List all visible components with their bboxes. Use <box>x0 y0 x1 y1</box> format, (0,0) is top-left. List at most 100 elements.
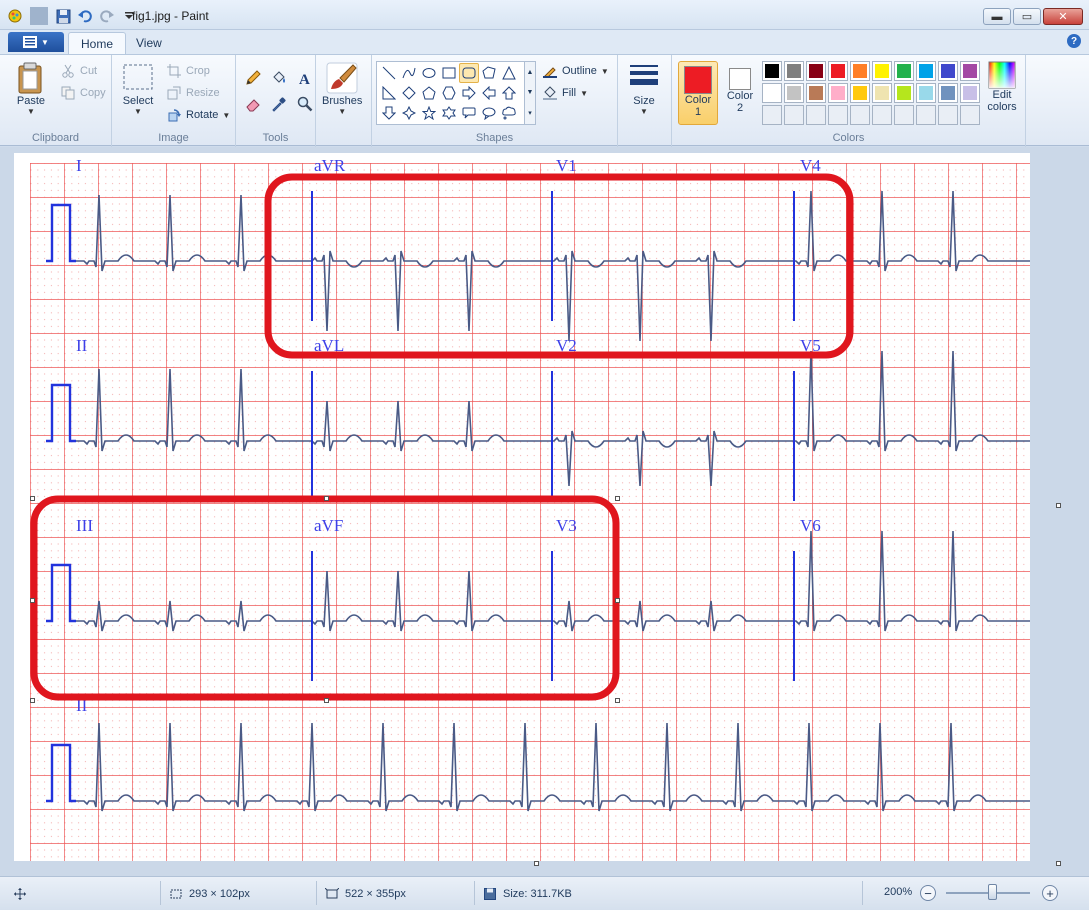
palette-color-swatch[interactable] <box>894 61 914 81</box>
edit-colors-button[interactable]: Edit colors <box>984 61 1020 113</box>
palette-color-swatch[interactable] <box>762 105 782 125</box>
canvas-resize-handle[interactable] <box>1056 503 1061 508</box>
shapes-scroll[interactable]: ▲ ▼ ▾ <box>524 61 536 125</box>
five-point-star-shape-icon[interactable] <box>419 103 439 123</box>
six-point-star-shape-icon[interactable] <box>439 103 459 123</box>
polygon-shape-icon[interactable] <box>479 63 499 83</box>
palette-color-swatch[interactable] <box>806 105 826 125</box>
palette-color-swatch[interactable] <box>894 105 914 125</box>
color2-button[interactable]: Color 2 <box>720 61 760 125</box>
palette-color-swatch[interactable] <box>806 61 826 81</box>
scroll-down-icon[interactable]: ▼ <box>527 89 534 96</box>
four-point-star-shape-icon[interactable] <box>399 103 419 123</box>
selection-handle[interactable] <box>30 598 35 603</box>
palette-color-swatch[interactable] <box>938 61 958 81</box>
palette-color-swatch[interactable] <box>916 83 936 103</box>
rounded-callout-shape-icon[interactable] <box>459 103 479 123</box>
cloud-callout-shape-icon[interactable] <box>499 103 519 123</box>
outline-button[interactable]: Outline ▼ <box>542 63 609 79</box>
zoom-out-button[interactable]: − <box>920 885 936 901</box>
palette-color-swatch[interactable] <box>872 83 892 103</box>
oval-callout-shape-icon[interactable] <box>479 103 499 123</box>
palette-color-swatch[interactable] <box>850 61 870 81</box>
magnifier-icon[interactable] <box>294 93 316 115</box>
curve-shape-icon[interactable] <box>399 63 419 83</box>
selection-handle[interactable] <box>615 496 620 501</box>
palette-color-swatch[interactable] <box>784 105 804 125</box>
selection-handle[interactable] <box>30 496 35 501</box>
canvas-area[interactable]: IaVR V1 V4 II aVL V2 V5 III aVF V3 V6 II <box>0 147 1089 876</box>
left-arrow-shape-icon[interactable] <box>479 83 499 103</box>
copy-button[interactable]: Copy <box>60 85 106 101</box>
rounded-rectangle-shape-icon[interactable] <box>459 63 479 83</box>
brushes-button[interactable]: Brushes ▼ <box>322 61 362 116</box>
palette-color-swatch[interactable] <box>762 83 782 103</box>
palette-color-swatch[interactable] <box>828 105 848 125</box>
selection-handle[interactable] <box>615 598 620 603</box>
selection-handle[interactable] <box>324 496 329 501</box>
minimize-button[interactable]: ▬ <box>983 8 1011 25</box>
selection-handle[interactable] <box>324 698 329 703</box>
palette-color-swatch[interactable] <box>850 105 870 125</box>
canvas-resize-handle[interactable] <box>534 861 539 866</box>
size-button[interactable]: Size ▼ <box>628 61 660 116</box>
color-picker-icon[interactable] <box>268 93 290 115</box>
zoom-in-button[interactable]: + <box>1042 885 1058 901</box>
paint-app-icon[interactable] <box>6 7 24 25</box>
save-icon[interactable] <box>54 7 72 25</box>
help-icon[interactable]: ? <box>1067 34 1081 48</box>
zoom-slider-thumb[interactable] <box>988 884 997 900</box>
palette-color-swatch[interactable] <box>784 61 804 81</box>
resize-button[interactable]: Resize <box>166 85 220 101</box>
palette-color-swatch[interactable] <box>938 105 958 125</box>
paint-menu-button[interactable]: ▼ <box>8 32 64 52</box>
scroll-up-icon[interactable]: ▲ <box>527 69 534 76</box>
palette-color-swatch[interactable] <box>960 61 980 81</box>
right-arrow-shape-icon[interactable] <box>459 83 479 103</box>
undo-icon[interactable] <box>76 7 94 25</box>
palette-color-swatch[interactable] <box>960 83 980 103</box>
palette-color-swatch[interactable] <box>916 61 936 81</box>
oval-shape-icon[interactable] <box>419 63 439 83</box>
down-arrow-shape-icon[interactable] <box>379 103 399 123</box>
fill-bucket-icon[interactable] <box>268 67 290 89</box>
pentagon-shape-icon[interactable] <box>419 83 439 103</box>
palette-color-swatch[interactable] <box>916 105 936 125</box>
close-button[interactable]: ✕ <box>1043 8 1083 25</box>
triangle-shape-icon[interactable] <box>499 63 519 83</box>
tab-home[interactable]: Home <box>68 32 127 54</box>
redo-icon[interactable] <box>98 7 116 25</box>
image-canvas[interactable]: IaVR V1 V4 II aVL V2 V5 III aVF V3 V6 II <box>14 153 1034 861</box>
palette-color-swatch[interactable] <box>872 61 892 81</box>
text-icon[interactable]: A <box>294 67 316 89</box>
palette-color-swatch[interactable] <box>806 83 826 103</box>
selection-handle[interactable] <box>30 698 35 703</box>
palette-color-swatch[interactable] <box>762 61 782 81</box>
select-button[interactable]: Select ▼ <box>122 61 154 116</box>
color1-button[interactable]: Color 1 <box>678 61 718 125</box>
palette-color-swatch[interactable] <box>850 83 870 103</box>
pencil-icon[interactable] <box>242 67 264 89</box>
palette-color-swatch[interactable] <box>828 61 848 81</box>
paste-button[interactable]: Paste ▼ <box>16 61 46 116</box>
palette-color-swatch[interactable] <box>960 105 980 125</box>
expand-gallery-icon[interactable]: ▾ <box>528 109 532 117</box>
palette-color-swatch[interactable] <box>828 83 848 103</box>
line-shape-icon[interactable] <box>379 63 399 83</box>
crop-button[interactable]: Crop <box>166 63 210 79</box>
up-arrow-shape-icon[interactable] <box>499 83 519 103</box>
palette-color-swatch[interactable] <box>938 83 958 103</box>
maximize-button[interactable]: ▭ <box>1013 8 1041 25</box>
palette-color-swatch[interactable] <box>894 83 914 103</box>
cut-button[interactable]: Cut <box>60 63 97 79</box>
rectangle-shape-icon[interactable] <box>439 63 459 83</box>
selection-handle[interactable] <box>615 698 620 703</box>
right-triangle-shape-icon[interactable] <box>379 83 399 103</box>
canvas-resize-handle[interactable] <box>1056 861 1061 866</box>
tab-view[interactable]: View <box>124 32 174 54</box>
rotate-button[interactable]: Rotate ▼ <box>166 107 230 123</box>
palette-color-swatch[interactable] <box>872 105 892 125</box>
diamond-shape-icon[interactable] <box>399 83 419 103</box>
fill-button[interactable]: Fill ▼ <box>542 85 588 101</box>
palette-color-swatch[interactable] <box>784 83 804 103</box>
